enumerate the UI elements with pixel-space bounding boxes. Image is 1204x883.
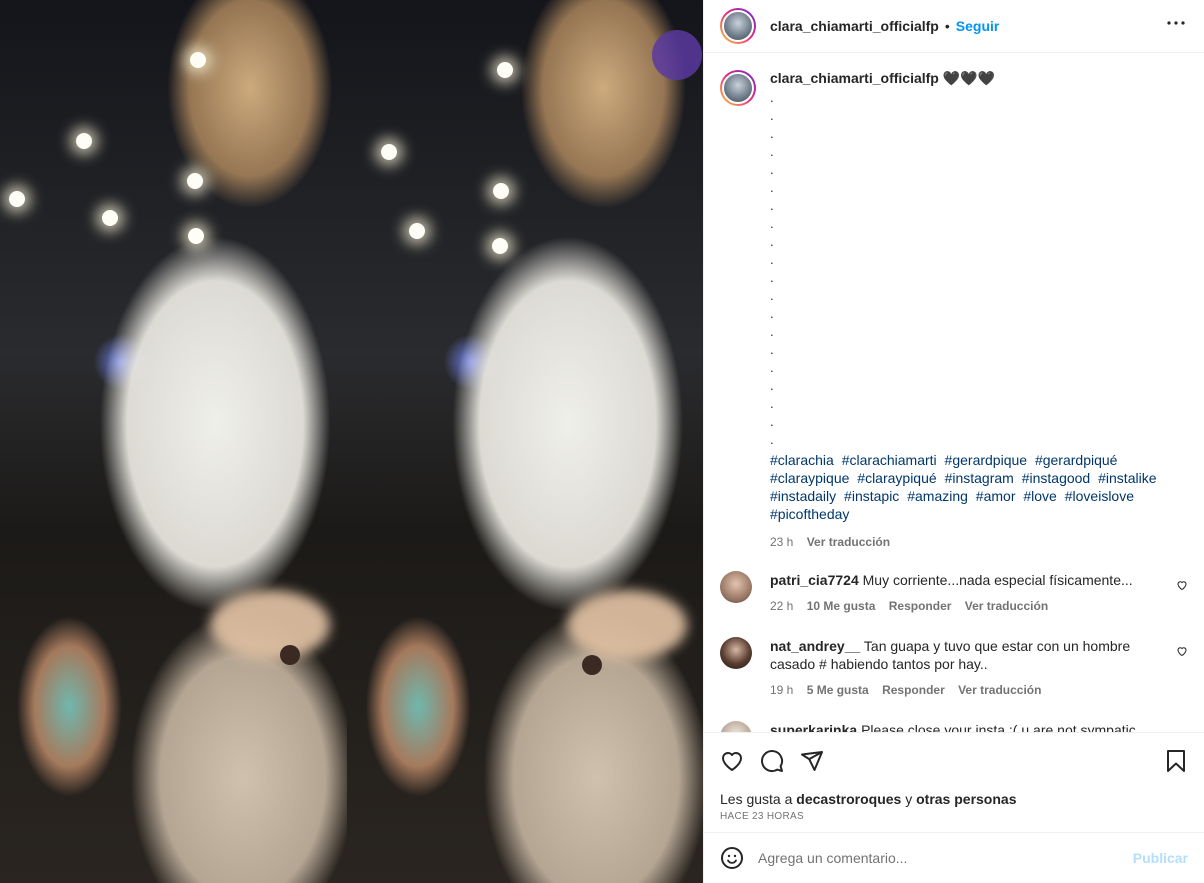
caption-dot-lines: .................... [770,89,1188,449]
comment-item: nat_andrey__ Tan guapa y tuvo que estar … [720,637,1188,699]
post-time-ago[interactable]: HACE 23 HORAS [720,811,1188,822]
caption-dot-line: . [770,108,774,123]
author-username[interactable]: clara_chiamarti_officialfp [770,18,939,34]
hashtag-link[interactable]: #instagood [1022,470,1091,486]
comment-username[interactable]: nat_andrey__ [770,638,860,654]
comment-avatar[interactable] [720,637,752,669]
follow-button[interactable]: Seguir [956,18,1000,34]
likes-summary[interactable]: Les gusta a decastroroques y otras perso… [720,791,1188,807]
comment-text: Please close your insta :( u are not sym… [861,722,1136,732]
caption-dot-line: . [770,342,774,357]
caption-dot-line: . [770,90,774,105]
comment-item: superkarinka Please close your insta :( … [720,721,1188,732]
hashtag-link[interactable]: #claraypique [770,470,849,486]
bookmark-icon[interactable] [1164,749,1188,773]
caption-dot-line: . [770,288,774,303]
caption-translate-button[interactable]: Ver traducción [807,535,890,549]
hashtag-link[interactable]: #amazing [907,488,968,504]
caption-dot-line: . [770,324,774,339]
comment-time[interactable]: 22 h [770,599,793,613]
likes-others[interactable]: otras personas [916,791,1016,807]
comment-username[interactable]: superkarinka [770,722,857,732]
translate-button[interactable]: Ver traducción [958,683,1041,697]
sticker-decoration [652,30,702,80]
hashtag-link[interactable]: #instapic [844,488,899,504]
hashtag-link[interactable]: #love [1023,488,1056,504]
hashtag-link[interactable]: #instalike [1098,470,1156,486]
action-bar: Les gusta a decastroroques y otras perso… [704,732,1204,822]
comment-input[interactable] [758,850,1133,866]
caption-dot-line: . [770,234,774,249]
hashtag-link[interactable]: #loveislove [1065,488,1134,504]
share-icon[interactable] [800,749,824,773]
avatar[interactable] [720,8,756,44]
hashtag-link[interactable]: #amor [976,488,1016,504]
hashtag-link[interactable]: #instagram [945,470,1014,486]
reply-button[interactable]: Responder [889,599,952,613]
hashtag-link[interactable]: #clarachiamarti [842,452,937,468]
caption-dot-line: . [770,378,774,393]
separator-dot: • [944,18,950,34]
likes-prefix: Les gusta a [720,791,793,807]
likes-user[interactable]: decastroroques [796,791,901,807]
hashtag-link[interactable]: #clarachia [770,452,834,468]
caption-username[interactable]: clara_chiamarti_officialfp [770,70,939,86]
comment-icon[interactable] [760,749,784,773]
comment-avatar[interactable] [720,571,752,603]
hashtag-link[interactable]: #claraypiqué [857,470,936,486]
comment-username[interactable]: patri_cia7724 [770,572,859,588]
comment-likes[interactable]: 10 Me gusta [807,599,876,613]
comment-item: patri_cia7724 Muy corriente...nada espec… [720,571,1188,615]
caption-dot-line: . [770,180,774,195]
caption-dot-line: . [770,306,774,321]
comments-scroll-area[interactable]: clara_chiamarti_officialfp 🖤🖤🖤 ..........… [704,54,1204,732]
smiley-icon[interactable] [720,846,744,870]
caption-emoji: 🖤🖤🖤 [942,70,996,86]
hashtag-link[interactable]: #picoftheday [770,506,849,522]
translate-button[interactable]: Ver traducción [965,599,1048,613]
caption-dot-line: . [770,144,774,159]
caption-dot-line: . [770,414,774,429]
caption-dot-line: . [770,396,774,411]
reply-button[interactable]: Responder [882,683,945,697]
post-side-panel: clara_chiamarti_officialfp • Seguir clar… [703,0,1204,883]
comment-time[interactable]: 19 h [770,683,793,697]
caption-dot-line: . [770,162,774,177]
caption: clara_chiamarti_officialfp 🖤🖤🖤 ..........… [720,70,1188,549]
caption-dot-line: . [770,432,774,447]
more-options-icon[interactable] [1164,11,1188,41]
caption-dot-line: . [770,252,774,267]
caption-dot-line: . [770,126,774,141]
video-frame-right [347,0,703,883]
hashtag-link[interactable]: #gerardpiqué [1035,452,1118,468]
caption-avatar[interactable] [720,70,756,106]
comment-avatar[interactable] [720,721,752,732]
caption-dot-line: . [770,198,774,213]
post-header: clara_chiamarti_officialfp • Seguir [704,0,1204,53]
caption-dot-line: . [770,270,774,285]
caption-time[interactable]: 23 h [770,535,793,549]
comment-likes[interactable]: 5 Me gusta [807,683,869,697]
hashtag-link[interactable]: #instadaily [770,488,836,504]
hashtag-link[interactable]: #gerardpique [945,452,1028,468]
publish-button[interactable]: Publicar [1133,850,1188,866]
comment-text: Muy corriente...nada especial físicament… [862,572,1133,588]
caption-dot-line: . [770,360,774,375]
caption-hashtags: #clarachia #clarachiamarti #gerardpique … [770,451,1188,523]
add-comment-bar: Publicar [704,832,1204,883]
caption-dot-line: . [770,216,774,231]
comment-heart-icon[interactable] [1176,645,1188,657]
heart-icon[interactable] [720,749,744,773]
comment-heart-icon[interactable] [1176,579,1188,591]
post-media[interactable] [0,0,703,883]
likes-conj: y [905,791,913,807]
video-frame-left [0,0,347,883]
